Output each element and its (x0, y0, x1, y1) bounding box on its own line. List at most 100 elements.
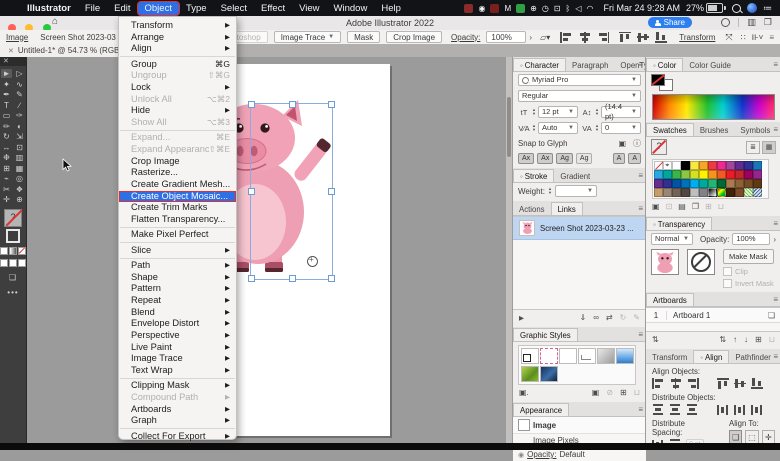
swatch-color[interactable] (654, 188, 663, 197)
align-vcenter-icon[interactable] (637, 32, 650, 43)
swatch-color[interactable] (753, 170, 762, 179)
new-artboard-icon[interactable]: ⊞ (755, 335, 762, 344)
tab-appearance[interactable]: Appearance (513, 403, 570, 416)
menu-item-image-trace[interactable]: Image Trace ▶ (119, 353, 236, 365)
menubar-item-edit[interactable]: Edit (107, 2, 137, 15)
stroke-weight-field[interactable]: ▼ (554, 185, 597, 197)
opacity-link[interactable]: Opacity: (451, 33, 480, 42)
tool-18[interactable]: ⊞ (1, 164, 12, 173)
tool-3[interactable]: ∿ (14, 80, 25, 89)
move-up-icon[interactable]: ↑ (733, 335, 737, 344)
swatch-color[interactable] (708, 161, 717, 170)
object-type-link[interactable]: Image (6, 33, 28, 42)
graphic-style-default[interactable] (521, 348, 539, 364)
tools-overflow-icon[interactable]: ••• (0, 288, 26, 297)
tab-actions[interactable]: Actions (513, 203, 551, 215)
swatch-color[interactable] (690, 188, 699, 197)
align-right-icon[interactable] (596, 31, 610, 43)
swatch-color[interactable] (735, 179, 744, 188)
tool-20[interactable]: ⌁ (1, 174, 12, 183)
tracking-stepper[interactable]: ▲ ▼ (595, 124, 599, 132)
menu-item-pattern[interactable]: Pattern ▶ (119, 283, 236, 295)
swatch-color[interactable] (744, 161, 753, 170)
tab-transform[interactable]: Transform (646, 351, 693, 363)
swatch-none[interactable] (654, 161, 663, 170)
swatch-color[interactable] (663, 170, 672, 179)
bluetooth-icon[interactable]: ᛒ (566, 4, 571, 13)
relink-icon[interactable]: ∞ (593, 313, 599, 322)
tool-6[interactable]: T (1, 101, 12, 110)
align-left-icon[interactable] (560, 31, 573, 43)
menu-item-repeat[interactable]: Repeat ▶ (119, 295, 236, 307)
swatch-color[interactable] (735, 170, 744, 179)
tool-8[interactable]: ▭ (1, 111, 12, 120)
stroke-weight-stepper[interactable]: ▲ ▼ (548, 187, 552, 195)
go-to-link-icon[interactable]: ⇄ (606, 313, 613, 322)
share-button[interactable]: Share (647, 17, 692, 28)
draw-behind-button[interactable] (9, 259, 17, 267)
gradient-mode-button[interactable] (9, 247, 17, 255)
swatch-pattern[interactable] (753, 188, 762, 197)
menubar-item-illustrator[interactable]: Illustrator (20, 2, 78, 15)
menu-item-align[interactable]: Align ▶ (119, 43, 236, 55)
panel-menu-icon[interactable]: ≡ (773, 60, 778, 69)
menubar-item-type[interactable]: Type (179, 2, 214, 15)
libraries-icon[interactable]: ▣ (652, 202, 660, 211)
tools-panel-close-icon[interactable]: ✕ (0, 57, 26, 66)
align-hcenter-icon[interactable] (578, 31, 591, 43)
swatch-color[interactable] (690, 179, 699, 188)
object-thumbnail[interactable] (651, 249, 679, 275)
color-fill-stroke-indicator[interactable] (651, 74, 677, 91)
align-left-icon[interactable] (652, 378, 665, 389)
siri-icon[interactable] (747, 3, 757, 13)
fill-color-indicator[interactable]: ? (4, 209, 22, 227)
tab-character[interactable]: Character (513, 58, 566, 71)
align-top-icon[interactable] (717, 378, 730, 389)
swatch-color[interactable] (681, 161, 690, 170)
swatch-color[interactable] (708, 179, 717, 188)
tool-22[interactable]: ✂ (1, 185, 12, 194)
graphic-style-lines[interactable] (578, 348, 596, 364)
align-top-icon[interactable] (619, 31, 632, 43)
align-hcenter-icon[interactable] (669, 378, 682, 389)
swatch-color[interactable] (744, 170, 753, 179)
draw-inside-button[interactable] (18, 259, 26, 267)
tool-11[interactable]: ◐ (14, 122, 25, 131)
graphic-style-plain[interactable] (559, 348, 577, 364)
workspace-icon[interactable]: ▥ (747, 17, 756, 28)
panel-menu-icon[interactable]: ≡ (638, 204, 643, 213)
search-icon[interactable] (721, 18, 731, 27)
menu-item-path[interactable]: Path ▶ (119, 260, 236, 272)
menu-item-group[interactable]: Group ⌘G (119, 59, 236, 71)
make-mask-button[interactable]: Make Mask (723, 249, 774, 264)
snap-glyph-bounds-button[interactable]: Ag (556, 153, 573, 164)
swatch-color[interactable] (717, 179, 726, 188)
selection-handle[interactable] (289, 101, 296, 108)
swatch-color[interactable] (654, 170, 663, 179)
menubar-item-file[interactable]: File (78, 2, 107, 15)
snap-xheight-button[interactable]: Ax (537, 153, 554, 164)
menu-item-create-object-mosaic[interactable]: Create Object Mosaic... (119, 190, 236, 203)
selection-handle[interactable] (248, 188, 255, 195)
wifi-icon[interactable]: ◠ (586, 4, 593, 13)
swatch-color[interactable] (717, 170, 726, 179)
tool-2[interactable]: ✦ (1, 80, 12, 89)
tab-artboards[interactable]: Artboards (646, 293, 694, 306)
menu-item-create-trim-marks[interactable]: Create Trim Marks (119, 202, 236, 214)
relink-cc-icon[interactable]: ⇓ (579, 313, 586, 322)
tool-14[interactable]: ↔ (1, 143, 12, 152)
font-size-stepper[interactable]: ▲ ▼ (532, 108, 536, 116)
artboard-name[interactable]: Artboard 1 (667, 311, 768, 320)
distribute-bottom-icon[interactable] (686, 404, 699, 415)
volume-icon[interactable]: ◁ (575, 4, 581, 13)
graphic-style-navy[interactable] (540, 366, 558, 382)
menu-item-graph[interactable]: Graph ▶ (119, 415, 236, 427)
tool-0[interactable]: ► (1, 69, 12, 78)
selection-handle[interactable] (328, 275, 335, 282)
stroke-color-indicator[interactable] (6, 229, 20, 243)
graphic-style-green[interactable] (521, 366, 539, 382)
swatch-gradient[interactable] (717, 188, 726, 197)
menu-item-flatten-transparency[interactable]: Flatten Transparency... (119, 214, 236, 226)
visibility-eye-icon[interactable]: ◉ (518, 451, 524, 459)
opacity-field[interactable]: 100% (486, 31, 527, 43)
